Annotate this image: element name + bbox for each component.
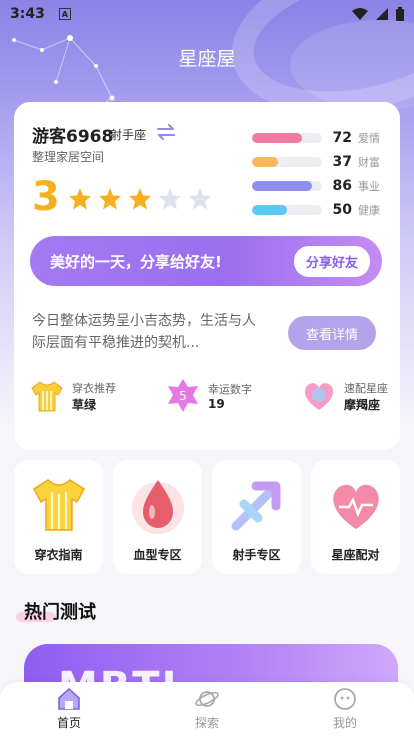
tab-explore[interactable]: 探索 [167, 687, 247, 731]
profile-icon [334, 688, 356, 710]
app-title: 星座屋 [178, 48, 236, 70]
feature-label: 星座配对 [331, 548, 380, 562]
user-subtitle: 整理家居空间 [32, 150, 105, 164]
daily-tips: 穿衣推荐 草绿 5 幸运数字 19 速配星座 摩羯座 [28, 378, 388, 414]
fortune-bar-fill [252, 133, 303, 143]
fortune-card: 游客6968 射手座 整理家居空间 3 72 爱情 37 财富 86 事业 50 健康 美好的… [14, 102, 400, 450]
fortune-bar-track [252, 205, 322, 215]
tip-clothing[interactable]: 穿衣推荐 草绿 [28, 378, 116, 414]
tab-home[interactable]: 首页 [29, 687, 109, 731]
share-banner[interactable]: 美好的一天，分享给好友! 分享好友 [30, 236, 382, 286]
sagittarius-icon [231, 481, 280, 531]
star-empty-icon [159, 188, 181, 210]
star-filled-icon [69, 188, 91, 210]
feature-grid: 穿衣指南 血型专区 射手专区 星座配对 [14, 460, 400, 574]
tip-label: 幸运数字 [208, 383, 252, 396]
feature-sagittarius[interactable]: 射手专区 [212, 460, 301, 574]
fortune-bar-fill [252, 181, 313, 191]
fortune-bar-row: 86 事业 [252, 174, 392, 198]
status-time: 3:43 [10, 6, 45, 22]
star-empty-icon [189, 188, 211, 210]
fortune-bar-label: 事业 [358, 180, 380, 193]
fortune-bar-fill [252, 157, 278, 167]
share-text: 美好的一天，分享给好友! [50, 252, 222, 271]
lucky-badge: 5 [179, 389, 187, 403]
heart-icon [332, 484, 379, 529]
tab-mine[interactable]: 我的 [305, 687, 385, 731]
fortune-bar-label: 爱情 [358, 132, 380, 145]
tip-label: 速配星座 [344, 381, 388, 395]
share-button[interactable]: 分享好友 [293, 245, 370, 277]
feature-label: 射手专区 [232, 548, 281, 562]
fortune-summary: 今日整体运势呈小吉态势，生活与人际层面有平稳推进的契机... [32, 313, 256, 351]
blood-drop-icon [131, 480, 184, 534]
shirt-icon [31, 381, 63, 412]
section-title-text: 热门测试 [24, 602, 96, 623]
star-rating [68, 187, 212, 211]
star-filled-icon [99, 188, 121, 210]
feature-blood-type[interactable]: 血型专区 [113, 460, 202, 574]
view-details-button[interactable]: 查看详情 [288, 316, 376, 350]
fortune-bar-fill [252, 205, 287, 215]
tab-label: 我的 [332, 716, 357, 730]
zodiac-label: 射手座 [110, 128, 147, 142]
fortune-bar-value: 86 [332, 178, 352, 194]
home-icon [58, 687, 80, 710]
cellular-icon [376, 8, 388, 20]
tab-label: 探索 [194, 716, 219, 730]
fortune-bar-value: 72 [332, 130, 352, 146]
star-filled-icon [129, 188, 151, 210]
lucky-number-icon: 5 [168, 379, 198, 412]
notification-icon: A [58, 8, 71, 20]
fortune-bar-row: 37 财富 [252, 150, 392, 174]
planet-icon [195, 691, 219, 707]
fortune-bar-label: 财富 [358, 156, 380, 169]
match-icon [304, 383, 334, 410]
battery-icon [396, 7, 404, 21]
fortune-bar-track [252, 133, 322, 143]
tab-label: 首页 [56, 716, 81, 730]
fortune-bar-track [252, 157, 322, 167]
fortune-bar-value: 50 [332, 202, 352, 218]
status-bar: 3:43 A [0, 0, 414, 28]
tip-match[interactable]: 速配星座 摩羯座 [300, 378, 388, 414]
fortune-bars: 72 爱情 37 财富 86 事业 50 健康 [252, 126, 392, 222]
feature-label: 血型专区 [133, 548, 182, 562]
switch-zodiac-icon[interactable] [156, 124, 176, 140]
fortune-bar-row: 72 爱情 [252, 126, 392, 150]
feature-label: 穿衣指南 [34, 548, 83, 562]
fortune-bar-track [252, 181, 322, 191]
section-title: 热门测试 [16, 598, 96, 624]
tip-label: 穿衣推荐 [72, 381, 116, 395]
tab-bar: 首页 探索 我的 [0, 682, 414, 736]
fortune-bar-label: 健康 [358, 204, 380, 217]
tip-value: 草绿 [72, 397, 97, 412]
fortune-bar-value: 37 [332, 154, 352, 170]
tip-value: 19 [208, 397, 225, 411]
tip-lucky-number[interactable]: 5 幸运数字 19 [164, 378, 252, 414]
shirt-icon [32, 479, 85, 531]
fortune-bar-row: 50 健康 [252, 198, 392, 222]
feature-zodiac-match[interactable]: 星座配对 [311, 460, 400, 574]
tip-value: 摩羯座 [344, 397, 381, 412]
wifi-icon [352, 8, 368, 20]
feature-clothing-guide[interactable]: 穿衣指南 [14, 460, 103, 574]
fortune-score: 3 [32, 174, 60, 220]
user-name: 游客6968 [32, 127, 114, 147]
